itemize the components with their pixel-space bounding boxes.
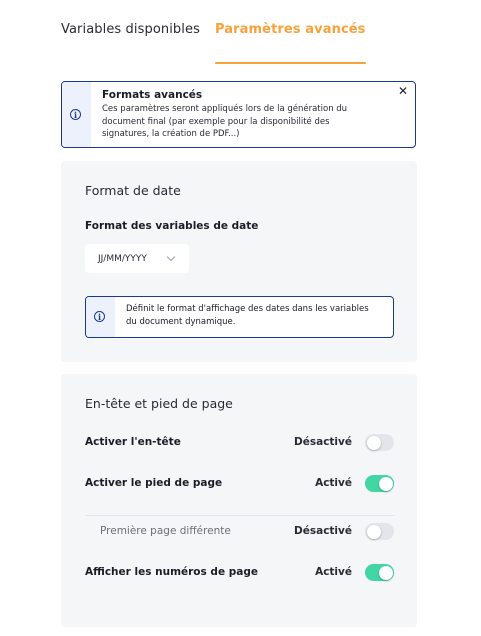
banner-icon-strip: i (62, 82, 91, 147)
info-icon-strip: i (86, 297, 115, 337)
header-footer-title: En-tête et pied de page (85, 396, 233, 411)
close-icon[interactable]: ✕ (397, 85, 409, 97)
page-numbers-status: Activé (315, 566, 352, 578)
page-numbers-label: Afficher les numéros de page (85, 566, 258, 578)
tab-bar: Variables disponibles Paramètres avancés (61, 22, 366, 64)
date-format-label: Format des variables de date (85, 220, 259, 232)
info-icon: i (70, 109, 81, 120)
enable-footer-status: Activé (315, 477, 352, 489)
enable-footer-label: Activer le pied de page (85, 477, 223, 489)
enable-header-toggle[interactable] (365, 434, 394, 451)
date-format-section: Format de date Format des variables de d… (61, 161, 417, 362)
first-page-different-toggle[interactable] (365, 523, 394, 540)
toggle-knob (378, 476, 393, 491)
enable-header-status: Désactivé (294, 436, 352, 448)
enable-header-label: Activer l'en-tête (85, 436, 181, 448)
first-page-different-label: Première page différente (100, 525, 231, 537)
tab-variables-disponibles[interactable]: Variables disponibles (61, 22, 200, 47)
divider (85, 515, 394, 516)
advanced-formats-banner: i Formats avancés Ces paramètres seront … (61, 81, 416, 148)
toggle-knob (378, 565, 393, 580)
date-format-info-text: Définit le format d'affichage des dates … (126, 304, 369, 327)
first-page-different-status: Désactivé (294, 525, 352, 537)
page-numbers-toggle[interactable] (365, 564, 394, 581)
date-format-info: i Définit le format d'affichage des date… (85, 296, 394, 338)
enable-footer-toggle[interactable] (365, 475, 394, 492)
info-icon: i (94, 311, 105, 322)
date-format-select[interactable]: JJ/MM/YYYY (85, 244, 189, 273)
toggle-knob (366, 524, 381, 539)
banner-text: Ces paramètres seront appliqués lors de … (102, 104, 348, 139)
toggle-knob (366, 435, 381, 450)
header-footer-section: En-tête et pied de page Activer l'en-têt… (61, 374, 417, 627)
tab-parametres-avances[interactable]: Paramètres avancés (214, 22, 366, 64)
date-section-title: Format de date (85, 183, 181, 198)
banner-title: Formats avancés (102, 89, 203, 101)
chevron-down-icon (166, 252, 176, 262)
date-format-value: JJ/MM/YYYY (98, 253, 147, 264)
